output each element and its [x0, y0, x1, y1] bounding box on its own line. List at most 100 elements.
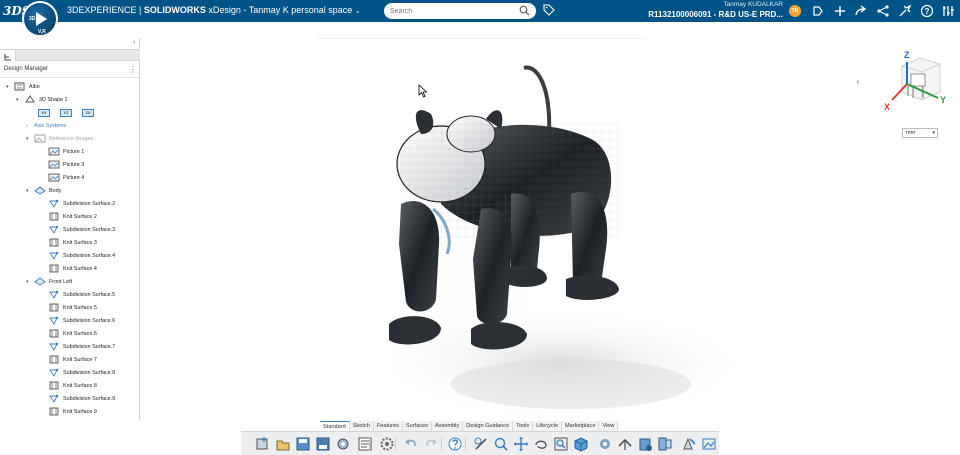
- tree-item[interactable]: ▾ Body: [26, 184, 61, 197]
- image-set-icon: [34, 134, 46, 143]
- tab-view[interactable]: View: [599, 421, 619, 431]
- plane-yz-icon[interactable]: YZ: [60, 108, 72, 117]
- settings-icon[interactable]: [335, 436, 351, 452]
- compass-button[interactable]: 3D V,R: [22, 1, 58, 37]
- share-icon[interactable]: [811, 4, 825, 18]
- tab-design-guidance[interactable]: Design Guidance: [463, 421, 514, 431]
- tree-item[interactable]: › Axis Systems: [26, 119, 66, 132]
- tab-lifecycle[interactable]: Lifecycle: [533, 421, 562, 431]
- tab-assembly[interactable]: Assembly: [431, 421, 464, 431]
- tree-item[interactable]: Subdivision Surface.3: [40, 223, 115, 236]
- tab-tree[interactable]: [0, 50, 16, 61]
- units-select[interactable]: mm ▾: [902, 128, 938, 138]
- plane-zx-icon[interactable]: ZX: [82, 108, 94, 117]
- tree-item[interactable]: Picture 1: [40, 145, 84, 158]
- appearance-icon[interactable]: [681, 436, 697, 452]
- tree-item[interactable]: Knit Surface 8: [40, 379, 97, 392]
- search-box[interactable]: [384, 3, 536, 19]
- save-icon[interactable]: [295, 436, 311, 452]
- share-network-icon[interactable]: [876, 4, 890, 18]
- save-as-icon[interactable]: [315, 436, 331, 452]
- user-info[interactable]: Tanmay KUDALKAR R1132100006091 - R&D US-…: [645, 1, 783, 20]
- tree-item[interactable]: Knit Surface 7: [40, 353, 97, 366]
- aibo-robot-model[interactable]: [361, 44, 781, 424]
- tree-item[interactable]: Subdivision Surface.4: [40, 249, 115, 262]
- tree-item[interactable]: Picture 4: [40, 171, 84, 184]
- knit-icon: [49, 407, 59, 416]
- open-icon[interactable]: [275, 436, 291, 452]
- expand-arrow-icon[interactable]: ▾: [26, 188, 34, 194]
- tree-item-label: Knit Surface 7: [63, 356, 97, 363]
- tree-item[interactable]: Knit Surface 9: [40, 405, 97, 418]
- expand-arrow-icon[interactable]: ›: [26, 123, 34, 129]
- action-bar-toolbar: [241, 431, 719, 455]
- tab-standard[interactable]: Standard: [320, 421, 350, 431]
- tree-item[interactable]: Subdivision Surface.8: [40, 366, 115, 379]
- expand-arrow-icon[interactable]: ▾: [26, 136, 34, 142]
- tree-item[interactable]: ▾ Front Left: [26, 275, 72, 288]
- avatar[interactable]: TK: [789, 5, 801, 17]
- tools-icon[interactable]: [898, 4, 912, 18]
- forward-icon[interactable]: [854, 4, 868, 18]
- tree-item[interactable]: Knit Surface.6: [40, 327, 97, 340]
- redo-icon[interactable]: [423, 436, 439, 452]
- tree-item[interactable]: Knit Surface 2: [40, 210, 97, 223]
- view-cube-triad[interactable]: Z X Y: [880, 44, 952, 116]
- help-icon[interactable]: ?: [920, 4, 934, 18]
- share-image-icon[interactable]: [701, 436, 717, 452]
- view-cube-icon[interactable]: [573, 436, 589, 452]
- search-input[interactable]: [390, 5, 516, 17]
- search-icon[interactable]: [519, 5, 530, 16]
- tab-tools[interactable]: Tools: [513, 421, 534, 431]
- tree-item[interactable]: Subdivision Surface.7: [40, 340, 115, 353]
- view-orientation-icon[interactable]: [617, 436, 633, 452]
- tab-marketplace[interactable]: Marketplace: [561, 421, 600, 431]
- tree-item[interactable]: Knit Surface 5: [40, 301, 97, 314]
- chevron-down-icon[interactable]: ⌄: [355, 8, 361, 15]
- display-style-icon[interactable]: [597, 436, 613, 452]
- fit-all-icon[interactable]: [553, 436, 569, 452]
- expand-arrow-icon[interactable]: ▾: [26, 279, 34, 285]
- tree-item[interactable]: ▾ Aibo: [6, 80, 40, 93]
- help-icon[interactable]: [447, 436, 463, 452]
- render-icon[interactable]: [637, 436, 653, 452]
- tab-sketch[interactable]: Sketch: [349, 421, 374, 431]
- toolbar-separator: [465, 437, 466, 451]
- plane-xy-icon[interactable]: XY: [38, 108, 50, 117]
- chevron-down-icon: ▾: [932, 130, 935, 136]
- tree-item-label: Knit Surface 5: [63, 304, 97, 311]
- tree-item[interactable]: ▾ 3D Shape 1: [16, 93, 67, 106]
- tree-item[interactable]: Subdivision Surface.6: [40, 314, 115, 327]
- tree-item[interactable]: Knit Surface 4: [40, 262, 97, 275]
- gear-icon[interactable]: [379, 436, 395, 452]
- expand-arrow-icon[interactable]: ▾: [16, 97, 24, 103]
- properties-icon[interactable]: [357, 436, 373, 452]
- 3d-viewport[interactable]: [141, 22, 960, 455]
- kebab-menu-icon[interactable]: ⋮: [129, 65, 137, 74]
- chevron-left-icon[interactable]: ‹: [850, 74, 866, 90]
- tab-features[interactable]: Features: [373, 421, 403, 431]
- section-icon[interactable]: [657, 436, 673, 452]
- tree-item-label: Picture 1: [63, 148, 85, 155]
- tree-item[interactable]: Knit Surface 3: [40, 236, 97, 249]
- tag-icon[interactable]: [543, 4, 555, 16]
- tree-item[interactable]: ▾ Reference Images: [26, 132, 93, 145]
- menu-icon[interactable]: [941, 4, 955, 18]
- measure-icon[interactable]: [473, 436, 489, 452]
- new-shape-icon[interactable]: [255, 436, 271, 452]
- tree-item[interactable]: Subdivision Surface.9: [40, 392, 115, 405]
- add-icon[interactable]: [833, 4, 847, 18]
- collapse-panel-icon[interactable]: ‹: [133, 39, 135, 46]
- rotate-icon[interactable]: [533, 436, 549, 452]
- pan-icon[interactable]: [513, 436, 529, 452]
- tab-surfaces[interactable]: Surfaces: [402, 421, 432, 431]
- app-title[interactable]: 3DEXPERIENCE | SOLIDWORKS xDesign - Tanm…: [67, 5, 361, 15]
- undo-icon[interactable]: [403, 436, 419, 452]
- toolbar-separator: [369, 437, 370, 451]
- tree-item[interactable]: Subdivision Surface.5: [40, 288, 115, 301]
- expand-arrow-icon[interactable]: ▾: [6, 84, 14, 90]
- zoom-icon[interactable]: [493, 436, 509, 452]
- picture-icon: [48, 160, 60, 169]
- tree-item[interactable]: Subdivision Surface.2: [40, 197, 115, 210]
- tree-item[interactable]: Picture 3: [40, 158, 84, 171]
